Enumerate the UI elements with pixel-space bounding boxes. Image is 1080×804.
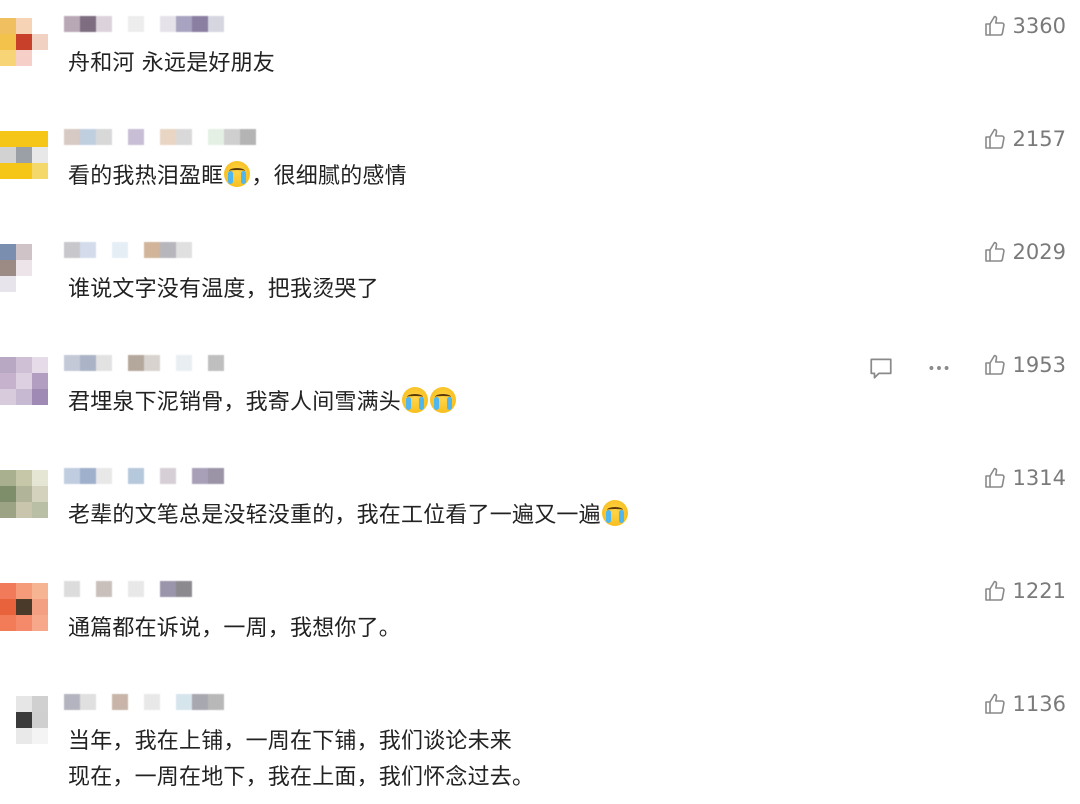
comment-line-text: 谁说文字没有温度，把我烫哭了: [68, 277, 379, 302]
username-pixelated[interactable]: [64, 468, 224, 484]
avatar[interactable]: [0, 244, 48, 292]
comment-line: 通篇都在诉说，一周，我想你了。: [68, 611, 401, 647]
comment-text: 看的我热泪盈眶 ，很细腻的感情: [68, 159, 407, 195]
like-button[interactable]: 1314: [983, 466, 1066, 490]
like-count: 2157: [1012, 127, 1066, 151]
thumbs-up-icon: [983, 240, 1007, 264]
username-pixelated[interactable]: [64, 694, 224, 710]
avatar[interactable]: [0, 470, 48, 518]
comment-line: 老辈的文笔总是没轻没重的，我在工位看了一遍又一遍: [68, 498, 629, 534]
username-pixelated[interactable]: [64, 581, 192, 597]
like-count: 1314: [1012, 466, 1066, 490]
comment-line-text: ，很细腻的感情: [251, 164, 407, 189]
like-button[interactable]: 3360: [983, 14, 1066, 38]
comment-text: 君埋泉下泥销骨，我寄人间雪满头: [68, 385, 457, 421]
avatar[interactable]: [0, 357, 48, 405]
like-count: 1136: [1012, 692, 1066, 716]
like-count: 3360: [1012, 14, 1066, 38]
thumbs-up-icon: [983, 692, 1007, 716]
comment-text: 老辈的文笔总是没轻没重的，我在工位看了一遍又一遍: [68, 498, 629, 534]
avatar[interactable]: [0, 18, 48, 66]
comment-line: 现在，一周在地下，我在上面，我们怀念过去。: [68, 760, 534, 796]
comment-text: 谁说文字没有温度，把我烫哭了: [68, 272, 379, 308]
comment-line-text: 通篇都在诉说，一周，我想你了。: [68, 616, 402, 641]
comment-line: 看的我热泪盈眶 ，很细腻的感情: [68, 159, 407, 195]
thumbs-up-icon: [983, 353, 1007, 377]
username-pixelated[interactable]: [64, 16, 224, 32]
avatar[interactable]: [0, 583, 48, 631]
thumbs-up-icon: [983, 127, 1007, 151]
comment-line-text: 君埋泉下泥销骨，我寄人间雪满头: [68, 390, 402, 415]
crying-emoji-icon: [601, 500, 628, 526]
username-pixelated[interactable]: [64, 355, 224, 371]
comment-line-text: 老辈的文笔总是没轻没重的，我在工位看了一遍又一遍: [68, 503, 601, 528]
like-count: 2029: [1012, 240, 1066, 264]
username-pixelated[interactable]: [64, 129, 256, 145]
comment-line: 君埋泉下泥销骨，我寄人间雪满头: [68, 385, 457, 421]
like-count: 1221: [1012, 579, 1066, 603]
username-pixelated[interactable]: [64, 242, 192, 258]
crying-emoji-icon: [402, 387, 429, 413]
comment-line: 当年，我在上铺，一周在下铺，我们谈论未来: [68, 724, 534, 760]
more-options-icon[interactable]: [926, 355, 952, 381]
comment-line: 舟和河 永远是好朋友: [68, 46, 275, 82]
comment-line-text: 看的我热泪盈眶: [68, 164, 224, 189]
comment-text: 当年，我在上铺，一周在下铺，我们谈论未来 现在，一周在地下，我在上面，我们怀念过去…: [68, 724, 534, 796]
like-count: 1953: [1012, 353, 1066, 377]
thumbs-up-icon: [983, 579, 1007, 603]
crying-emoji-icon: [430, 387, 457, 413]
comment-line-text: 现在，一周在地下，我在上面，我们怀念过去。: [68, 765, 535, 790]
thumbs-up-icon: [983, 14, 1007, 38]
like-button[interactable]: 2029: [983, 240, 1066, 264]
like-button[interactable]: 1136: [983, 692, 1066, 716]
reply-bubble-icon[interactable]: [868, 355, 894, 381]
comment-line: 谁说文字没有温度，把我烫哭了: [68, 272, 379, 308]
comment-line-text: 舟和河 永远是好朋友: [68, 51, 275, 76]
like-button[interactable]: 1953: [983, 353, 1066, 377]
like-button[interactable]: 1221: [983, 579, 1066, 603]
comment-text: 通篇都在诉说，一周，我想你了。: [68, 611, 401, 647]
comment-text: 舟和河 永远是好朋友: [68, 46, 275, 82]
thumbs-up-icon: [983, 466, 1007, 490]
comment-line-text: 当年，我在上铺，一周在下铺，我们谈论未来: [68, 729, 513, 754]
crying-emoji-icon: [224, 161, 251, 187]
avatar[interactable]: [0, 131, 48, 179]
like-button[interactable]: 2157: [983, 127, 1066, 151]
avatar[interactable]: [0, 696, 48, 744]
